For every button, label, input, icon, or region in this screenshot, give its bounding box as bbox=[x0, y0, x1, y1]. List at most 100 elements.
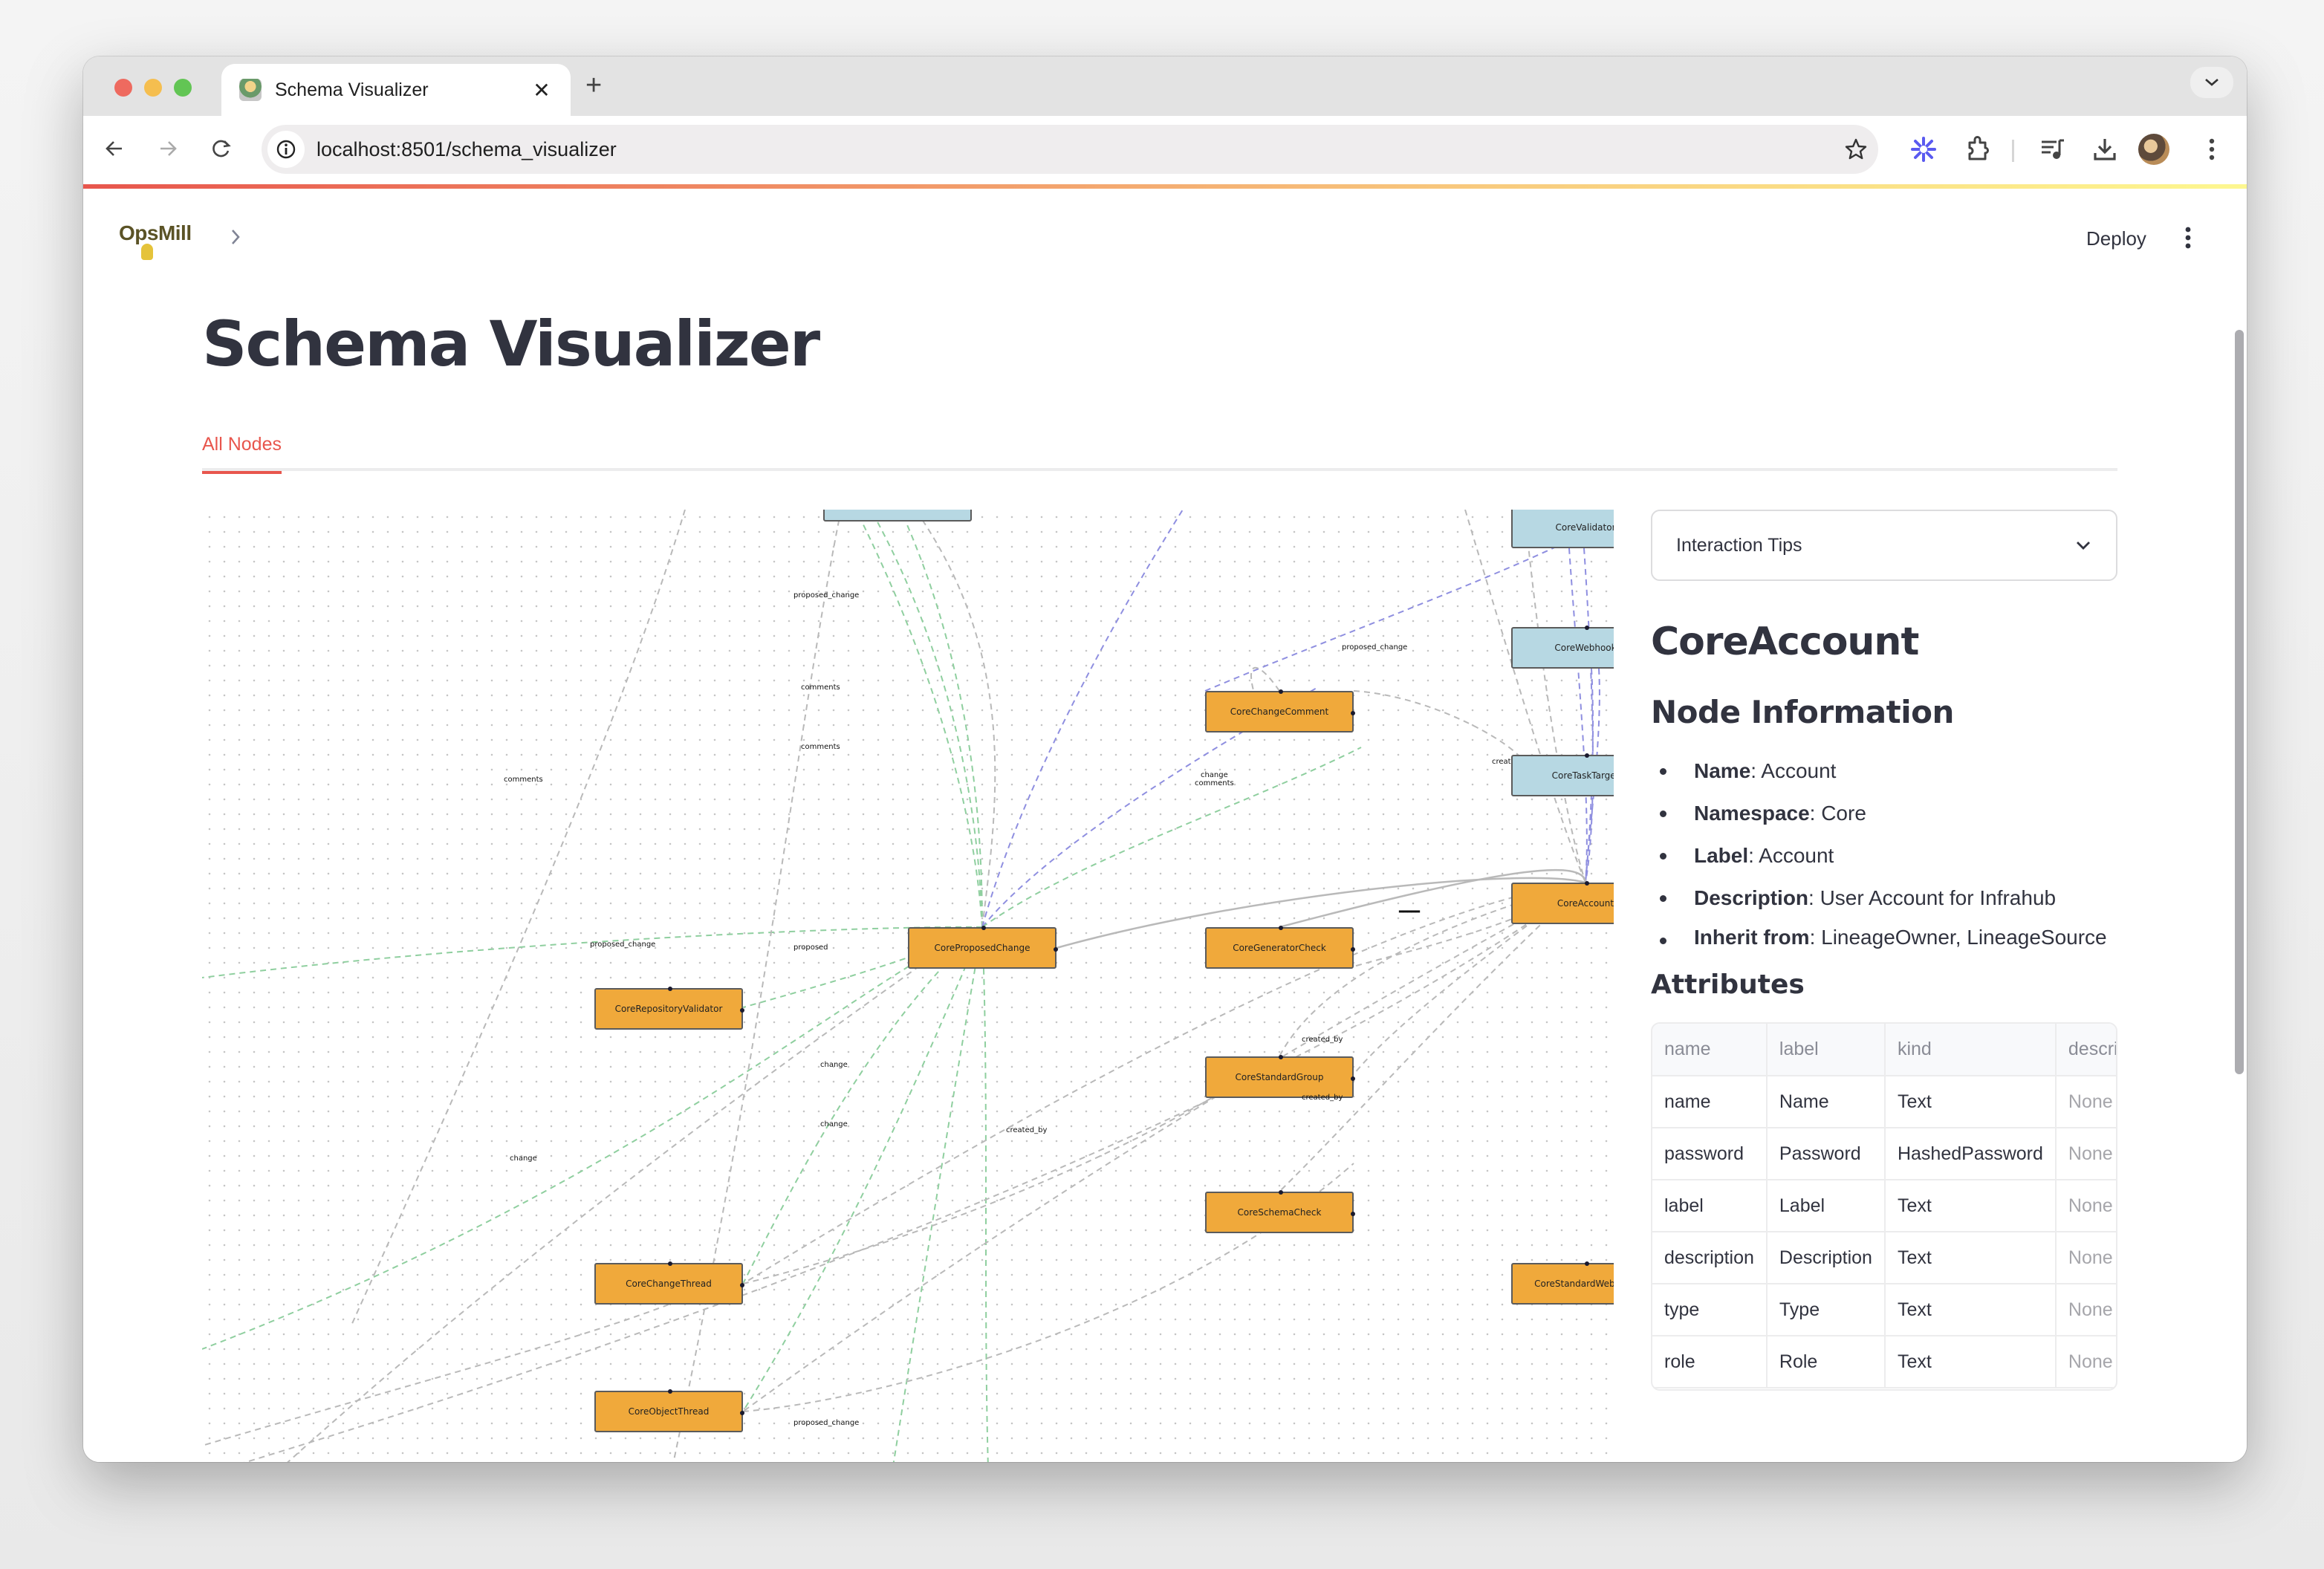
node-source-handle[interactable] bbox=[1351, 711, 1355, 715]
graph-node[interactable]: CoreChangeComment bbox=[1205, 689, 1355, 732]
address-bar[interactable]: localhost:8501/schema_visualizer bbox=[262, 125, 1878, 174]
graph-edge[interactable] bbox=[915, 510, 996, 928]
graph-edge[interactable] bbox=[981, 747, 1362, 928]
schema-graph-canvas[interactable]: CoreValidator CoreWebhook CoreTaskTarget Co… bbox=[202, 510, 1614, 1462]
download-icon[interactable] bbox=[2088, 132, 2122, 166]
node-target-handle[interactable] bbox=[1279, 1190, 1283, 1195]
graph-node[interactable] bbox=[823, 510, 972, 522]
node-target-handle[interactable] bbox=[981, 926, 986, 930]
table-row[interactable]: passwordPasswordHashedPasswordNoneN bbox=[1652, 1128, 2116, 1180]
graph-edge[interactable] bbox=[202, 926, 983, 978]
graph-edge[interactable] bbox=[981, 510, 1184, 928]
graph-edge[interactable] bbox=[202, 926, 976, 1462]
graph-node[interactable]: CoreTaskTarget bbox=[1511, 753, 1614, 796]
node-target-handle[interactable] bbox=[1279, 1055, 1283, 1059]
graph-node[interactable]: CoreGeneratorCheck bbox=[1205, 926, 1355, 969]
graph-edge[interactable] bbox=[350, 510, 686, 1328]
minimize-window-button[interactable] bbox=[144, 79, 162, 97]
graph-edge[interactable] bbox=[1464, 510, 1586, 883]
graph-node[interactable]: CoreWebhook bbox=[1511, 626, 1614, 669]
close-tab-icon[interactable]: ✕ bbox=[530, 78, 553, 103]
profile-avatar[interactable] bbox=[2138, 134, 2169, 165]
table-cell: None bbox=[2055, 1076, 2116, 1128]
column-header[interactable]: label bbox=[1766, 1024, 1886, 1076]
browser-tab[interactable]: Schema Visualizer ✕ bbox=[221, 64, 571, 116]
node-source-handle[interactable] bbox=[740, 1411, 744, 1415]
table-row[interactable]: typeTypeTextNoneU bbox=[1652, 1284, 2116, 1336]
close-window-button[interactable] bbox=[114, 79, 132, 97]
graph-edge[interactable] bbox=[1583, 548, 1594, 883]
forward-button[interactable] bbox=[152, 132, 184, 165]
new-tab-icon[interactable]: + bbox=[585, 70, 602, 102]
reload-button[interactable] bbox=[205, 132, 238, 165]
node-target-handle[interactable] bbox=[668, 1389, 672, 1394]
table-cell: Text bbox=[1884, 1180, 2057, 1232]
graph-edge[interactable] bbox=[202, 882, 1586, 1462]
graph-node[interactable]: CoreStandardWebhook bbox=[1511, 1261, 1614, 1305]
graph-edge[interactable] bbox=[742, 926, 983, 1284]
media-queue-icon[interactable] bbox=[2036, 132, 2070, 166]
attributes-table[interactable]: namelabelkinddescriptiond nameNameTextNo… bbox=[1651, 1022, 2117, 1391]
graph-edge[interactable] bbox=[742, 882, 1586, 1284]
node-target-handle[interactable] bbox=[668, 987, 672, 991]
graph-node[interactable]: CoreStandardGroup bbox=[1205, 1055, 1355, 1098]
node-source-handle[interactable] bbox=[740, 1008, 744, 1013]
tab-all-nodes[interactable]: All Nodes bbox=[202, 434, 282, 474]
page-scrollbar[interactable] bbox=[2235, 330, 2244, 1074]
url-text[interactable]: localhost:8501/schema_visualizer bbox=[317, 138, 1834, 161]
table-row[interactable]: descriptionDescriptionTextNoneN bbox=[1652, 1232, 2116, 1284]
graph-edge[interactable] bbox=[886, 926, 983, 1462]
graph-edge[interactable] bbox=[663, 510, 842, 1462]
column-header[interactable]: description bbox=[2055, 1024, 2116, 1076]
back-button[interactable] bbox=[98, 132, 131, 165]
graph-node[interactable]: CoreValidator bbox=[1511, 510, 1614, 548]
extension-asterisk-icon[interactable] bbox=[1906, 132, 1941, 166]
node-target-handle[interactable] bbox=[1585, 881, 1589, 886]
graph-node[interactable]: CoreObjectThread bbox=[594, 1389, 744, 1432]
deploy-button[interactable]: Deploy bbox=[2079, 221, 2154, 256]
node-source-handle[interactable] bbox=[1351, 1212, 1355, 1216]
toolbar-separator bbox=[2012, 140, 2014, 162]
bookmark-star-icon[interactable] bbox=[1834, 137, 1878, 161]
sidebar-expand-chevron-icon[interactable] bbox=[229, 227, 242, 250]
node-source-handle[interactable] bbox=[740, 1283, 744, 1287]
graph-edge[interactable] bbox=[742, 926, 983, 1412]
column-header[interactable]: name bbox=[1652, 1024, 1768, 1076]
graph-edge[interactable] bbox=[1524, 510, 1586, 883]
graph-edge[interactable] bbox=[855, 510, 983, 928]
node-info-key: Label bbox=[1694, 844, 1749, 867]
table-row[interactable]: labelLabelTextNoneN bbox=[1652, 1180, 2116, 1232]
graph-edge[interactable] bbox=[870, 510, 983, 928]
node-target-handle[interactable] bbox=[1585, 1261, 1589, 1266]
node-source-handle[interactable] bbox=[1351, 947, 1355, 952]
graph-edge[interactable] bbox=[742, 882, 1586, 1412]
graph-node[interactable]: CoreSchemaCheck bbox=[1205, 1190, 1355, 1233]
graph-edge[interactable] bbox=[202, 926, 983, 1350]
table-row[interactable]: roleRoleTextNoner bbox=[1652, 1336, 2116, 1388]
graph-node[interactable]: CoreChangeThread bbox=[594, 1261, 744, 1305]
table-row[interactable]: nameNameTextNoneN bbox=[1652, 1076, 2116, 1128]
extensions-puzzle-icon[interactable] bbox=[1961, 132, 1996, 166]
tab-search-button[interactable] bbox=[2190, 67, 2233, 98]
node-source-handle[interactable] bbox=[1351, 1076, 1355, 1081]
graph-node[interactable]: CoreAccount bbox=[1511, 881, 1614, 924]
node-target-handle[interactable] bbox=[1585, 626, 1589, 630]
browser-menu-icon[interactable] bbox=[2195, 132, 2229, 166]
node-target-handle[interactable] bbox=[1279, 926, 1283, 930]
column-header[interactable]: kind bbox=[1884, 1024, 2057, 1076]
graph-edge[interactable] bbox=[981, 926, 990, 1462]
site-info-icon[interactable] bbox=[267, 131, 305, 168]
graph-node[interactable]: CoreProposedChange bbox=[908, 926, 1058, 969]
interaction-tips-expander[interactable]: Interaction Tips bbox=[1651, 510, 2117, 581]
graph-edge[interactable] bbox=[1353, 690, 1525, 763]
node-target-handle[interactable] bbox=[668, 1261, 672, 1266]
opsmill-logo[interactable]: OpsMill bbox=[119, 221, 205, 260]
graph-node[interactable]: CoreRepositoryValidator bbox=[594, 987, 744, 1030]
node-target-handle[interactable] bbox=[1585, 753, 1589, 758]
app-main-menu-icon[interactable] bbox=[2177, 224, 2199, 251]
graph-edge[interactable] bbox=[742, 1056, 1280, 1284]
node-source-handle[interactable] bbox=[1054, 947, 1058, 952]
arrow-right-icon bbox=[160, 141, 177, 156]
node-target-handle[interactable] bbox=[1279, 689, 1283, 694]
maximize-window-button[interactable] bbox=[174, 79, 192, 97]
